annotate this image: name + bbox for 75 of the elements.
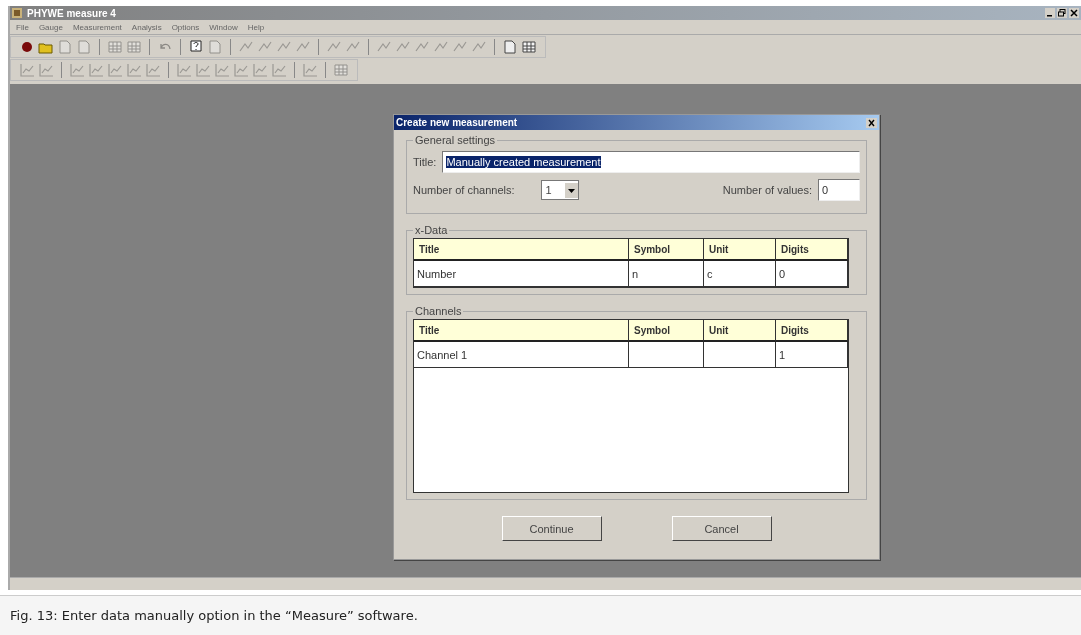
line-icon[interactable] xyxy=(452,40,468,54)
line-icon[interactable] xyxy=(326,40,342,54)
grid-icon[interactable] xyxy=(521,40,537,54)
chart-icon[interactable] xyxy=(69,63,85,77)
help-icon[interactable] xyxy=(188,40,204,54)
menu-item[interactable]: Gauge xyxy=(38,22,63,32)
restore-icon[interactable] xyxy=(1057,8,1067,18)
dialog-title: Create new measurement xyxy=(396,117,518,128)
column-header: Digits xyxy=(776,320,848,342)
column-header: Title xyxy=(414,320,629,342)
chart-icon[interactable] xyxy=(233,63,249,77)
chart-icon[interactable] xyxy=(302,63,318,77)
column-header: Symbol xyxy=(629,320,704,342)
record-icon[interactable] xyxy=(19,40,35,54)
line-icon[interactable] xyxy=(433,40,449,54)
chart-icon[interactable] xyxy=(126,63,142,77)
minimize-icon[interactable] xyxy=(1045,8,1055,18)
close-icon[interactable] xyxy=(1069,8,1079,18)
field-label: Number of values: xyxy=(722,184,812,196)
line-icon[interactable] xyxy=(276,40,292,54)
dialog-button[interactable]: Cancel xyxy=(671,516,772,541)
column-header: Title xyxy=(414,239,629,261)
chart-icon[interactable] xyxy=(88,63,104,77)
chart-icon[interactable] xyxy=(176,63,192,77)
table-cell[interactable]: 0 xyxy=(776,261,848,287)
table-cell[interactable]: 1 xyxy=(776,342,848,368)
title-field[interactable]: Manually created measurement xyxy=(442,151,860,173)
doc-icon[interactable] xyxy=(502,40,518,54)
doc-icon[interactable] xyxy=(76,40,92,54)
line-icon[interactable] xyxy=(345,40,361,54)
table-cell[interactable]: Channel 1 xyxy=(414,342,629,368)
dialog-button[interactable]: Continue xyxy=(501,516,602,541)
table-cell[interactable]: c xyxy=(704,261,776,287)
menu-item[interactable]: Options xyxy=(171,22,200,32)
line-icon[interactable] xyxy=(414,40,430,54)
menu-item[interactable]: Measurement xyxy=(72,22,122,32)
field-label: Number of channels: xyxy=(413,184,515,196)
line-icon[interactable] xyxy=(395,40,411,54)
app-icon xyxy=(12,8,22,18)
group-label: Channels xyxy=(414,305,463,317)
figure-caption: Fig. 13: Enter data manually option in the “Measure” software. xyxy=(9,607,419,623)
channels-dropdown[interactable]: 1 xyxy=(540,180,579,200)
line-icon[interactable] xyxy=(257,40,273,54)
table-cell[interactable]: n xyxy=(629,261,704,287)
column-header: Unit xyxy=(704,239,776,261)
chart-icon[interactable] xyxy=(271,63,287,77)
chart-icon[interactable] xyxy=(195,63,211,77)
table-cell[interactable] xyxy=(629,342,704,368)
chart-icon[interactable] xyxy=(107,63,123,77)
window-title: PHYWE measure 4 xyxy=(27,7,116,19)
menu-item[interactable]: Help xyxy=(247,22,265,32)
menu-item[interactable]: File xyxy=(16,22,29,32)
field-label: Title: xyxy=(413,156,437,168)
chart-icon[interactable] xyxy=(252,63,268,77)
line-icon[interactable] xyxy=(376,40,392,54)
table-cell[interactable]: Number xyxy=(414,261,629,287)
menu-item[interactable]: Analysis xyxy=(131,22,162,32)
menu-item[interactable]: Window xyxy=(209,22,238,32)
line-icon[interactable] xyxy=(471,40,487,54)
group-label: General settings xyxy=(414,134,497,146)
values-field[interactable]: 0 xyxy=(818,179,860,201)
chart-icon[interactable] xyxy=(214,63,230,77)
close-icon[interactable] xyxy=(866,117,877,128)
line-icon[interactable] xyxy=(238,40,254,54)
column-header: Digits xyxy=(776,239,848,261)
doc-icon[interactable] xyxy=(57,40,73,54)
chart-icon[interactable] xyxy=(38,63,54,77)
column-header: Symbol xyxy=(629,239,704,261)
chart-icon[interactable] xyxy=(19,63,35,77)
group-label: x-Data xyxy=(414,224,449,236)
table-cell[interactable] xyxy=(704,342,776,368)
line-icon[interactable] xyxy=(295,40,311,54)
column-header: Unit xyxy=(704,320,776,342)
chart-icon[interactable] xyxy=(145,63,161,77)
caret-icon xyxy=(564,182,578,198)
